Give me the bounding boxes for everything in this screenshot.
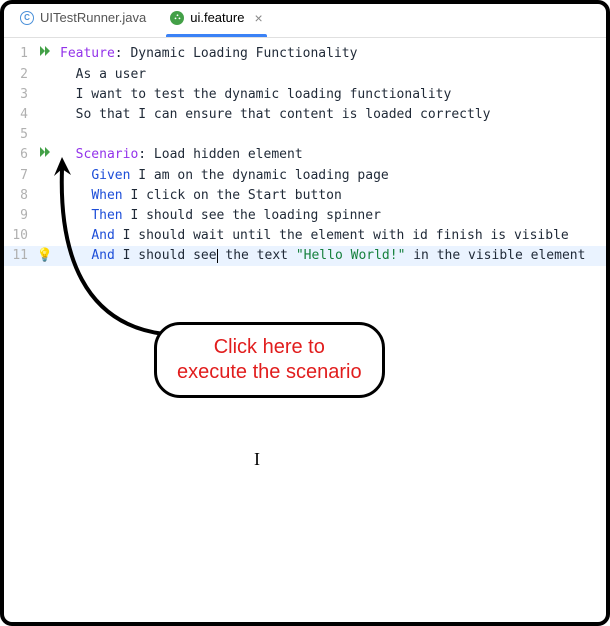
code-text: in the visible element <box>405 248 585 263</box>
lightbulb-icon: 💡 <box>37 246 53 266</box>
line-number: 6 <box>4 145 34 165</box>
keyword-given: Given <box>91 168 130 183</box>
keyword-when: When <box>91 188 122 203</box>
string-literal: "Hello World!" <box>296 248 406 263</box>
keyword-feature: Feature <box>60 46 115 61</box>
line-number: 9 <box>4 206 34 226</box>
tab-ui-feature[interactable]: ui.feature × <box>166 4 266 37</box>
java-file-icon: C <box>20 11 34 25</box>
ibeam-cursor-icon: I <box>254 449 260 470</box>
annotation-callout: Click here to execute the scenario <box>154 322 385 398</box>
code-text: the text <box>218 248 296 263</box>
code-text: I click on the Start button <box>123 188 342 203</box>
close-icon[interactable]: × <box>250 10 262 26</box>
code-text: I want to test the dynamic loading funct… <box>56 85 451 105</box>
keyword-then: Then <box>91 208 122 223</box>
run-double-icon <box>38 44 52 65</box>
keyword-and: And <box>91 248 114 263</box>
code-text: I am on the dynamic loading page <box>130 168 388 183</box>
code-text: I should wait until the element with id … <box>115 228 569 243</box>
tab-uitestrunner[interactable]: C UITestRunner.java <box>16 4 150 37</box>
line-number: 11 <box>4 246 34 266</box>
code-text: As a user <box>56 65 146 85</box>
code-text: I should see the loading spinner <box>123 208 381 223</box>
keyword-scenario: Scenario <box>76 147 139 162</box>
run-double-icon <box>38 145 52 166</box>
tab-label: ui.feature <box>190 10 244 25</box>
tab-label: UITestRunner.java <box>40 10 146 25</box>
line-number: 4 <box>4 105 34 125</box>
editor-tabs: C UITestRunner.java ui.feature × <box>4 4 606 38</box>
line-number: 1 <box>4 44 34 64</box>
line-number: 3 <box>4 85 34 105</box>
line-number: 10 <box>4 226 34 246</box>
gutter-run-feature[interactable] <box>34 44 56 65</box>
line-number: 7 <box>4 166 34 186</box>
code-text: : Load hidden element <box>138 147 302 162</box>
gutter-run-scenario[interactable] <box>34 145 56 166</box>
line-number: 2 <box>4 65 34 85</box>
active-line: 11 💡 And I should see the text "Hello Wo… <box>4 246 606 266</box>
code-text: I should see <box>115 248 217 263</box>
ide-window: C UITestRunner.java ui.feature × 1 Featu… <box>0 0 610 626</box>
cucumber-file-icon <box>170 11 184 25</box>
annotation-text: Click here to <box>177 335 362 360</box>
code-editor[interactable]: 1 Feature: Dynamic Loading Functionality… <box>4 38 606 266</box>
annotation-text: execute the scenario <box>177 360 362 385</box>
keyword-and: And <box>91 228 114 243</box>
line-number: 5 <box>4 125 34 145</box>
line-number: 8 <box>4 186 34 206</box>
code-text: : Dynamic Loading Functionality <box>115 46 358 61</box>
gutter-intent-bulb[interactable]: 💡 <box>34 246 56 266</box>
code-text: So that I can ensure that content is loa… <box>56 105 490 125</box>
